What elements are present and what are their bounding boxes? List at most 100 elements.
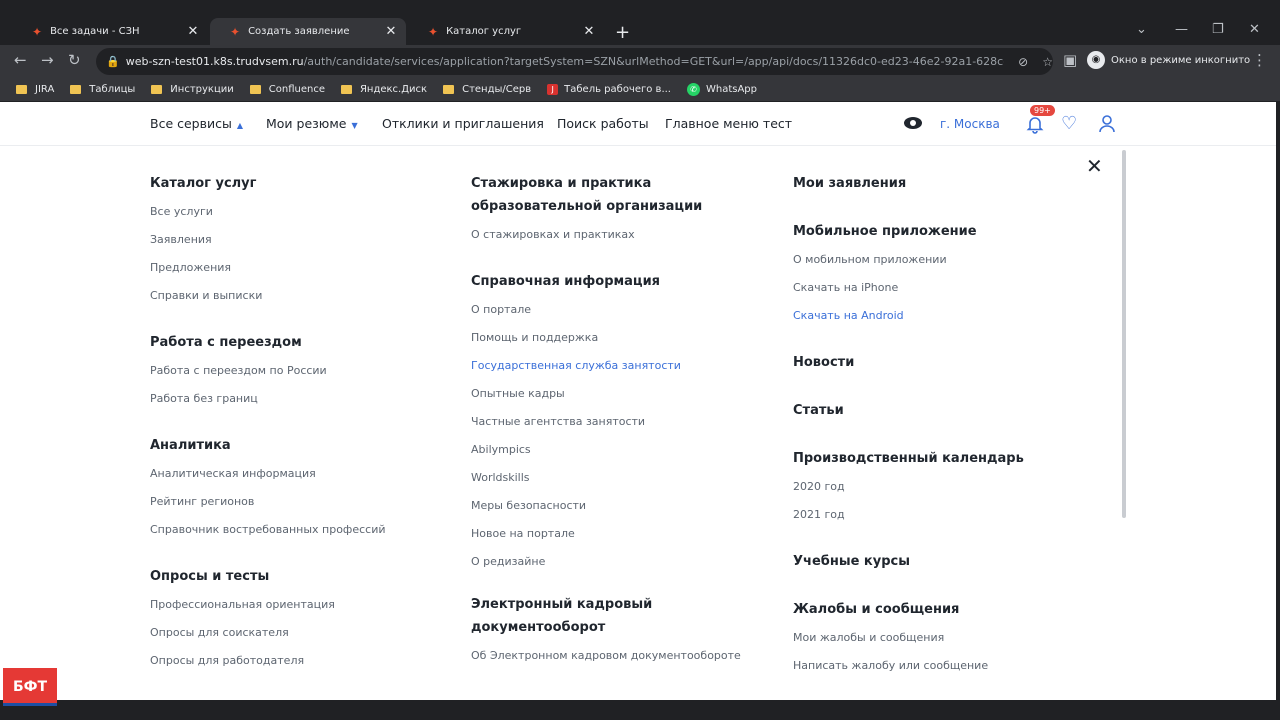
link-about-redesign[interactable]: О редизайне [471, 555, 781, 569]
tab-search-icon[interactable]: ⌄ [1136, 22, 1147, 37]
tab-title: Каталог услуг [446, 26, 522, 37]
link-private-agencies[interactable]: Частные агентства занятости [471, 415, 781, 429]
job-search-link[interactable]: Поиск работы [557, 116, 649, 131]
tab-close-icon[interactable]: ✕ [186, 24, 200, 39]
tab-close-icon[interactable]: ✕ [582, 24, 596, 39]
folder-icon [151, 84, 163, 94]
section-title-news[interactable]: Новости [793, 351, 1093, 374]
caret-up-icon: ▲ [236, 121, 243, 130]
reload-icon[interactable]: ↻ [68, 51, 81, 69]
browser-tab-1[interactable]: ✦ Все задачи - СЗН ✕ [12, 18, 208, 45]
section-title-edo[interactable]: Электронный кадровый документооборот [471, 593, 711, 639]
link-download-android[interactable]: Скачать на Android [793, 309, 1093, 323]
section-title-surveys[interactable]: Опросы и тесты [150, 565, 450, 588]
section-title-internship[interactable]: Стажировка и практика образовательной ор… [471, 172, 711, 218]
all-services-menu[interactable]: Все сервисы ▲ [150, 116, 243, 131]
link-surveys-employer[interactable]: Опросы для работодателя [150, 654, 450, 668]
link-whats-new[interactable]: Новое на портале [471, 527, 781, 541]
bookmark-star-icon[interactable]: ☆ [1042, 55, 1053, 69]
notifications-bell-icon[interactable] [1025, 114, 1045, 136]
section-title-calendar[interactable]: Производственный календарь [793, 447, 1093, 470]
folder-icon [443, 84, 455, 94]
menu-scrollbar[interactable] [1122, 150, 1126, 518]
tab-title: Создать заявление [248, 26, 350, 37]
accessibility-eye-icon[interactable] [904, 117, 922, 129]
new-tab-icon[interactable]: + [615, 22, 630, 43]
link-career-orientation[interactable]: Профессиональная ориентация [150, 598, 450, 612]
section-title-articles[interactable]: Статьи [793, 399, 1093, 422]
section-title-relocation[interactable]: Работа с переездом [150, 331, 450, 354]
tab-close-icon[interactable]: ✕ [384, 24, 398, 39]
link-help-support[interactable]: Помощь и поддержка [471, 331, 781, 345]
favorites-heart-icon[interactable]: ♡ [1061, 113, 1077, 134]
bookmark-label: Таблицы [89, 83, 136, 95]
link-about-portal[interactable]: О портале [471, 303, 781, 317]
browser-menu-icon[interactable]: ⋮ [1252, 51, 1267, 69]
section-title-analytics[interactable]: Аналитика [150, 434, 450, 457]
back-icon[interactable]: ← [14, 51, 27, 69]
incognito-indicator[interactable]: ◉ Окно в режиме инкогнито [1087, 51, 1250, 69]
link-abilympics[interactable]: Abilympics [471, 443, 781, 457]
folder-icon [16, 84, 27, 94]
sidepanel-icon[interactable]: ▣ [1063, 51, 1077, 69]
link-write-complaint[interactable]: Написать жалобу или сообщение [793, 659, 1093, 673]
bottom-bar [0, 700, 1280, 720]
section-title-catalog[interactable]: Каталог услуг [150, 172, 450, 195]
bookmark-timesheet[interactable]: J Табель рабочего в... [547, 83, 671, 95]
window-close-icon[interactable]: ✕ [1249, 22, 1260, 37]
profile-user-icon[interactable] [1098, 114, 1116, 138]
link-work-without-borders[interactable]: Работа без границ [150, 392, 450, 406]
browser-tab-3[interactable]: ✦ Каталог услуг ✕ [408, 18, 604, 45]
bookmark-instructions[interactable]: Инструкции [151, 84, 234, 95]
section-title-complaints[interactable]: Жалобы и сообщения [793, 598, 1093, 621]
page-content: Все сервисы ▲ Мои резюме ▼ Отклики и пригл… [0, 102, 1276, 700]
link-certificates[interactable]: Справки и выписки [150, 289, 450, 303]
link-all-services[interactable]: Все услуги [150, 205, 450, 219]
maximize-icon[interactable]: ❐ [1212, 22, 1224, 37]
bookmark-yandex-disk[interactable]: Яндекс.Диск [340, 83, 428, 95]
link-analytics-info[interactable]: Аналитическая информация [150, 467, 450, 481]
minimize-icon[interactable]: — [1175, 22, 1188, 37]
responses-link[interactable]: Отклики и приглашения [382, 116, 544, 131]
bookmark-label: Яндекс.Диск [359, 83, 428, 95]
link-calendar-2021[interactable]: 2021 год [793, 508, 1093, 522]
caret-down-icon: ▼ [351, 121, 358, 130]
link-relocation-russia[interactable]: Работа с переездом по России [150, 364, 450, 378]
address-bar[interactable]: 🔒 web-szn-test01.k8s.trudvsem.ru /auth/c… [96, 48, 1053, 75]
folder-icon [70, 84, 82, 94]
eye-off-icon[interactable]: ⊘ [1018, 55, 1028, 69]
link-region-rating[interactable]: Рейтинг регионов [150, 495, 450, 509]
main-menu-test-link[interactable]: Главное меню тест [665, 116, 792, 131]
link-download-iphone[interactable]: Скачать на iPhone [793, 281, 1093, 295]
link-about-mobile-app[interactable]: О мобильном приложении [793, 253, 1093, 267]
link-surveys-applicant[interactable]: Опросы для соискателя [150, 626, 450, 640]
bookmark-confluence[interactable]: Confluence [249, 84, 325, 95]
bookmark-stands[interactable]: Стенды/Серв [443, 84, 531, 95]
link-about-edo[interactable]: Об Электронном кадровом документообороте [471, 649, 781, 663]
site-header: Все сервисы ▲ Мои резюме ▼ Отклики и пригл… [0, 102, 1276, 146]
link-applications[interactable]: Заявления [150, 233, 450, 247]
link-calendar-2020[interactable]: 2020 год [793, 480, 1093, 494]
bookmark-label: Табель рабочего в... [564, 83, 671, 95]
link-about-internships[interactable]: О стажировках и практиках [471, 228, 781, 242]
forward-icon[interactable]: → [41, 51, 54, 69]
bookmark-jira[interactable]: JIRA [16, 84, 54, 95]
link-experienced-staff[interactable]: Опытные кадры [471, 387, 781, 401]
link-professions-directory[interactable]: Справочник востребованных профессий [150, 523, 450, 537]
link-employment-service[interactable]: Государственная служба занятости [471, 359, 781, 373]
section-title-courses[interactable]: Учебные курсы [793, 550, 1093, 573]
section-title-my-applications[interactable]: Мои заявления [793, 172, 1093, 195]
bookmark-whatsapp[interactable]: ✆ WhatsApp [686, 82, 757, 96]
section-title-mobile-app[interactable]: Мобильное приложение [793, 220, 1093, 243]
city-selector[interactable]: г. Москва [940, 117, 1000, 131]
link-worldskills[interactable]: Worldskills [471, 471, 781, 485]
link-offers[interactable]: Предложения [150, 261, 450, 275]
tab-title: Все задачи - СЗН [50, 26, 140, 37]
bft-watermark-logo: БФТ [3, 668, 57, 706]
browser-tab-2[interactable]: ✦ Создать заявление ✕ [210, 18, 406, 45]
bookmark-tables[interactable]: Таблицы [70, 84, 135, 95]
section-title-reference[interactable]: Справочная информация [471, 270, 781, 293]
my-resumes-menu[interactable]: Мои резюме ▼ [266, 116, 358, 131]
link-my-complaints[interactable]: Мои жалобы и сообщения [793, 631, 1093, 645]
link-security-measures[interactable]: Меры безопасности [471, 499, 781, 513]
